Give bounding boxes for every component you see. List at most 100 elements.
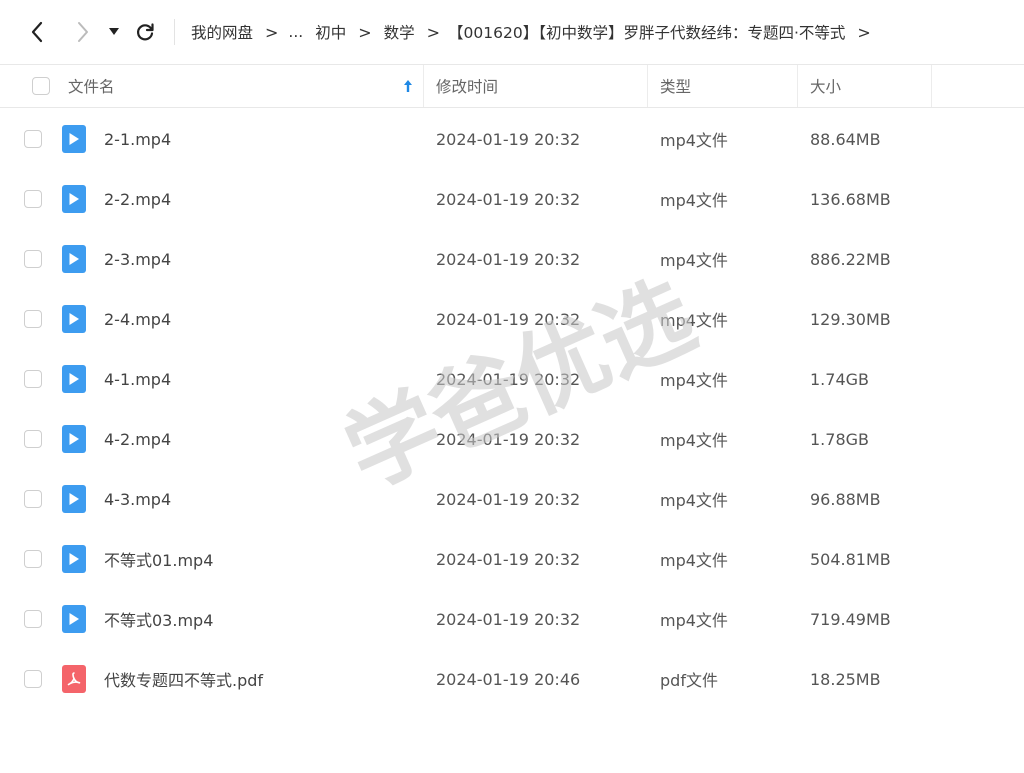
file-icon-cell	[62, 589, 86, 649]
file-name[interactable]: 4-1.mp4	[104, 349, 171, 409]
row-checkbox[interactable]	[24, 130, 42, 148]
header-size-label: 大小	[810, 78, 842, 96]
sort-ascending-icon	[404, 80, 412, 92]
video-file-icon	[62, 545, 86, 573]
file-type: mp4文件	[660, 431, 728, 450]
file-icon-cell	[62, 649, 86, 709]
file-icon-cell	[62, 289, 86, 349]
row-checkbox[interactable]	[24, 250, 42, 268]
row-checkbox-cell	[24, 349, 44, 409]
file-icon-cell	[62, 529, 86, 589]
table-row[interactable]: 4-1.mp4 2024-01-19 20:32 mp4文件 1.74GB	[0, 349, 1024, 409]
breadcrumb-separator-icon: >	[265, 22, 279, 42]
table-row[interactable]: 2-1.mp4 2024-01-19 20:32 mp4文件 88.64MB	[0, 109, 1024, 169]
file-size: 719.49MB	[810, 609, 891, 629]
file-size: 886.22MB	[810, 249, 891, 269]
file-type: pdf文件	[660, 671, 718, 690]
file-icon-cell	[62, 349, 86, 409]
table-row[interactable]: 2-2.mp4 2024-01-19 20:32 mp4文件 136.68MB	[0, 169, 1024, 229]
row-checkbox[interactable]	[24, 490, 42, 508]
file-size: 1.74GB	[810, 369, 869, 389]
table-row[interactable]: 2-3.mp4 2024-01-19 20:32 mp4文件 886.22MB	[0, 229, 1024, 289]
file-modified-time: 2024-01-19 20:32	[436, 309, 581, 329]
file-modified-time: 2024-01-19 20:46	[436, 669, 581, 689]
file-name[interactable]: 2-3.mp4	[104, 229, 171, 289]
table-row[interactable]: 代数专题四不等式.pdf 2024-01-19 20:46 pdf文件 18.25MB	[0, 649, 1024, 709]
table-row[interactable]: 2-4.mp4 2024-01-19 20:32 mp4文件 129.30MB	[0, 289, 1024, 349]
refresh-button[interactable]	[130, 12, 160, 52]
header-name-column[interactable]: 文件名	[0, 65, 424, 107]
file-type: mp4文件	[660, 131, 728, 150]
table-header: 文件名 修改时间 类型 大小	[0, 64, 1024, 108]
row-checkbox-cell	[24, 289, 44, 349]
row-checkbox-cell	[24, 589, 44, 649]
video-file-icon	[62, 485, 86, 513]
refresh-icon	[137, 23, 154, 41]
video-file-icon	[62, 305, 86, 333]
header-modified-column[interactable]: 修改时间	[424, 65, 648, 107]
file-size: 18.25MB	[810, 669, 881, 689]
file-modified-time: 2024-01-19 20:32	[436, 549, 581, 569]
row-checkbox[interactable]	[24, 190, 42, 208]
history-dropdown-button[interactable]	[104, 12, 124, 52]
file-size: 129.30MB	[810, 309, 891, 329]
file-name[interactable]: 2-1.mp4	[104, 109, 171, 169]
header-type-column[interactable]: 类型	[648, 65, 798, 107]
file-type: mp4文件	[660, 371, 728, 390]
file-icon-cell	[62, 409, 86, 469]
table-row[interactable]: 4-2.mp4 2024-01-19 20:32 mp4文件 1.78GB	[0, 409, 1024, 469]
header-size-column[interactable]: 大小	[798, 65, 932, 107]
row-checkbox-cell	[24, 409, 44, 469]
file-size: 96.88MB	[810, 489, 881, 509]
file-size: 136.68MB	[810, 189, 891, 209]
row-checkbox-cell	[24, 529, 44, 589]
row-checkbox[interactable]	[24, 670, 42, 688]
file-name[interactable]: 代数专题四不等式.pdf	[104, 649, 263, 709]
back-button[interactable]	[22, 12, 52, 52]
row-checkbox-cell	[24, 169, 44, 229]
forward-button[interactable]	[68, 12, 98, 52]
video-file-icon	[62, 605, 86, 633]
row-checkbox[interactable]	[24, 370, 42, 388]
breadcrumb-current-folder[interactable]: 【001620】【初中数学】罗胖子代数经纬：专题四·不等式	[448, 21, 845, 43]
table-row[interactable]: 不等式01.mp4 2024-01-19 20:32 mp4文件 504.81MB	[0, 529, 1024, 589]
file-modified-time: 2024-01-19 20:32	[436, 489, 581, 509]
breadcrumb: 我的网盘 > ... 初中 > 数学 > 【001620】【初中数学】罗胖子代数…	[191, 21, 883, 43]
header-name-label: 文件名	[68, 78, 115, 96]
breadcrumb-separator-icon: >	[857, 22, 871, 42]
file-size: 1.78GB	[810, 429, 869, 449]
row-checkbox[interactable]	[24, 550, 42, 568]
row-checkbox[interactable]	[24, 610, 42, 628]
toolbar: 我的网盘 > ... 初中 > 数学 > 【001620】【初中数学】罗胖子代数…	[0, 0, 1024, 64]
file-name[interactable]: 不等式03.mp4	[104, 589, 213, 649]
breadcrumb-separator-icon: >	[426, 22, 441, 42]
file-name[interactable]: 4-3.mp4	[104, 469, 171, 529]
file-name[interactable]: 2-2.mp4	[104, 169, 171, 229]
breadcrumb-ellipsis[interactable]: ...	[288, 23, 303, 41]
row-checkbox[interactable]	[24, 310, 42, 328]
select-all-checkbox[interactable]	[32, 77, 50, 95]
chevron-right-icon	[78, 22, 88, 42]
table-row[interactable]: 4-3.mp4 2024-01-19 20:32 mp4文件 96.88MB	[0, 469, 1024, 529]
file-type: mp4文件	[660, 191, 728, 210]
file-type: mp4文件	[660, 311, 728, 330]
file-name[interactable]: 2-4.mp4	[104, 289, 171, 349]
file-name[interactable]: 4-2.mp4	[104, 409, 171, 469]
breadcrumb-math[interactable]: 数学	[384, 21, 415, 43]
toolbar-divider	[174, 19, 175, 45]
video-file-icon	[62, 125, 86, 153]
row-checkbox-cell	[24, 469, 44, 529]
file-modified-time: 2024-01-19 20:32	[436, 429, 581, 449]
table-row[interactable]: 不等式03.mp4 2024-01-19 20:32 mp4文件 719.49MB	[0, 589, 1024, 649]
file-icon-cell	[62, 229, 86, 289]
breadcrumb-separator-icon: >	[358, 22, 372, 42]
file-modified-time: 2024-01-19 20:32	[436, 249, 581, 269]
breadcrumb-junior-high[interactable]: 初中	[315, 21, 346, 43]
video-file-icon	[62, 245, 86, 273]
file-icon-cell	[62, 469, 86, 529]
file-name[interactable]: 不等式01.mp4	[104, 529, 213, 589]
file-modified-time: 2024-01-19 20:32	[436, 189, 581, 209]
file-type: mp4文件	[660, 551, 728, 570]
row-checkbox[interactable]	[24, 430, 42, 448]
breadcrumb-my-drive[interactable]: 我的网盘	[191, 21, 253, 43]
